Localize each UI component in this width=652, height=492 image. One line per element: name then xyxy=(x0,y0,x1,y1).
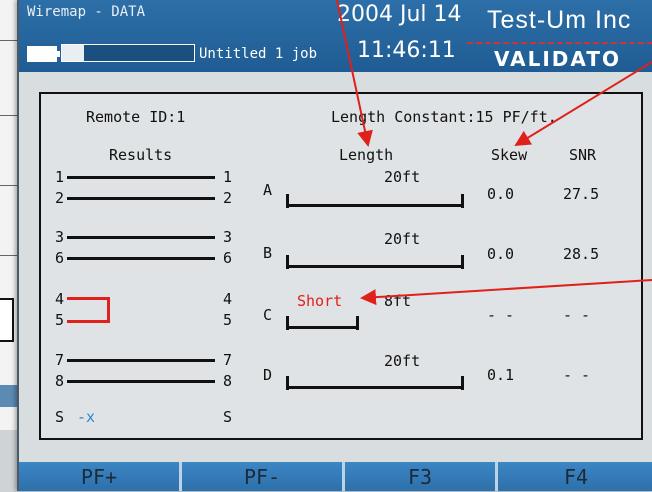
arrow-to-short xyxy=(360,279,652,306)
arrow-to-length xyxy=(336,0,373,147)
arrow-to-skew xyxy=(514,61,652,147)
annotation-arrows xyxy=(336,0,652,306)
